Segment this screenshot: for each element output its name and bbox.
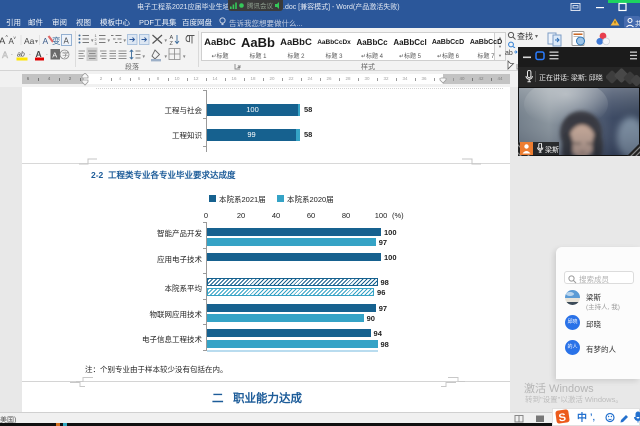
svg-text:A: A [52, 51, 57, 60]
svg-text:A: A [43, 36, 49, 46]
svg-text:中: 中 [577, 411, 587, 424]
svg-text:’‚: ’‚ [590, 412, 595, 422]
svg-text:ab: ab [505, 50, 513, 57]
svg-text:-: - [46, 52, 48, 58]
svg-text:A: A [2, 50, 8, 60]
svg-text:查找: 查找 [517, 31, 533, 41]
svg-text:Z: Z [170, 41, 174, 46]
svg-text:-: - [11, 52, 13, 58]
svg-text:▼: ▼ [164, 54, 168, 59]
svg-text:字: 字 [62, 51, 68, 59]
svg-text:▼: ▼ [142, 54, 146, 59]
svg-text:▼: ▼ [34, 39, 39, 45]
svg-text:A: A [64, 37, 70, 46]
svg-text:-: - [29, 52, 31, 58]
svg-text:▼: ▼ [123, 38, 127, 43]
svg-text:▾: ▾ [535, 34, 538, 40]
svg-text:3: 3 [95, 42, 97, 46]
svg-text:变: 变 [52, 36, 61, 46]
svg-text:ab: ab [17, 52, 25, 59]
svg-text:▼: ▼ [107, 38, 111, 43]
svg-text:腾讯会议: 腾讯会议 [247, 1, 274, 10]
svg-text:共: 共 [635, 19, 640, 28]
svg-text:v: v [14, 35, 17, 40]
svg-text:▼: ▼ [182, 54, 186, 59]
svg-text:▼: ▼ [164, 38, 168, 43]
